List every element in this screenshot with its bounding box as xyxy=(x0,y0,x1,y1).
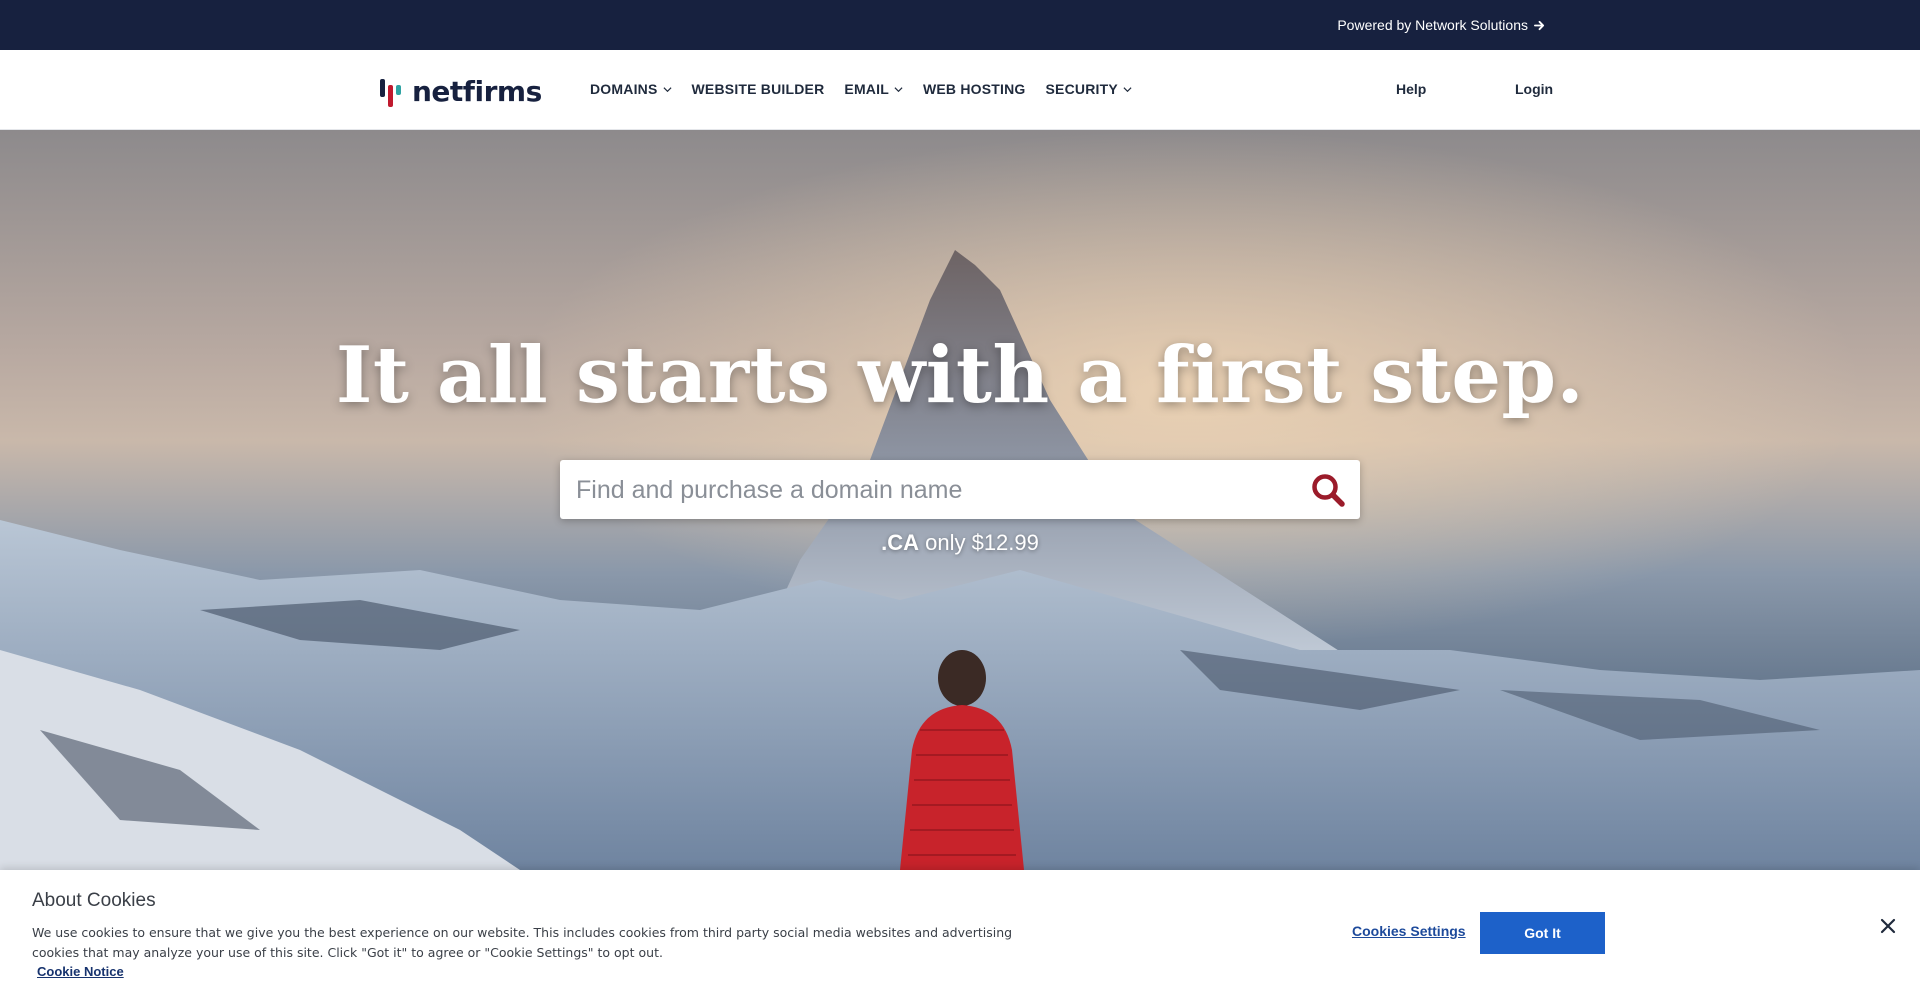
logo-mark-icon xyxy=(380,77,404,107)
nav-item-label: EMAIL xyxy=(844,81,889,97)
promo-text: .CA only $12.99 xyxy=(0,530,1920,556)
domain-search-input[interactable] xyxy=(574,470,1278,510)
top-bar: Powered by Network Solutions xyxy=(0,0,1920,50)
main-nav: netfirms DOMAINS WEBSITE BUILDER EMAIL W… xyxy=(0,50,1920,130)
nav-item-web-hosting[interactable]: WEB HOSTING xyxy=(923,81,1026,97)
nav-item-label: WEBSITE BUILDER xyxy=(691,81,825,97)
promo-tld: .CA xyxy=(881,530,919,555)
help-link[interactable]: Help xyxy=(1396,81,1426,97)
nav-item-label: SECURITY xyxy=(1045,81,1118,97)
nav-menu: DOMAINS WEBSITE BUILDER EMAIL WEB HOSTIN… xyxy=(590,81,1132,97)
nav-item-domains[interactable]: DOMAINS xyxy=(590,81,672,97)
powered-by-link[interactable]: Powered by Network Solutions xyxy=(1337,17,1545,33)
promo-price: only $12.99 xyxy=(919,530,1039,555)
chevron-down-icon xyxy=(894,86,903,92)
powered-by-label: Powered by Network Solutions xyxy=(1337,17,1528,33)
nav-item-email[interactable]: EMAIL xyxy=(844,81,903,97)
hero-title: It all starts with a first step. xyxy=(335,330,1585,421)
nav-item-label: WEB HOSTING xyxy=(922,81,1026,97)
cookie-banner-title: About Cookies xyxy=(32,890,156,911)
logo-text: netfirms xyxy=(412,75,542,108)
domain-search-box xyxy=(560,460,1360,519)
arrow-right-icon xyxy=(1534,20,1545,30)
nav-item-security[interactable]: SECURITY xyxy=(1046,81,1132,97)
cookies-settings-button[interactable]: Cookies Settings xyxy=(1352,923,1466,939)
nav-item-website-builder[interactable]: WEBSITE BUILDER xyxy=(692,81,825,97)
search-icon[interactable] xyxy=(1310,472,1346,508)
cookie-notice-link[interactable]: Cookie Notice xyxy=(37,964,124,979)
hero-section: It all starts with a first step. .CA onl… xyxy=(0,130,1920,870)
login-link[interactable]: Login xyxy=(1515,81,1553,97)
chevron-down-icon xyxy=(1123,86,1132,92)
close-icon[interactable] xyxy=(1880,918,1896,934)
nav-item-label: DOMAINS xyxy=(590,81,658,97)
got-it-button[interactable]: Got It xyxy=(1480,912,1605,954)
netfirms-logo[interactable]: netfirms xyxy=(380,75,542,108)
cookie-banner-text: We use cookies to ensure that we give yo… xyxy=(32,925,1013,960)
cookie-banner: About Cookies We use cookies to ensure t… xyxy=(0,870,1920,993)
chevron-down-icon xyxy=(663,86,672,92)
